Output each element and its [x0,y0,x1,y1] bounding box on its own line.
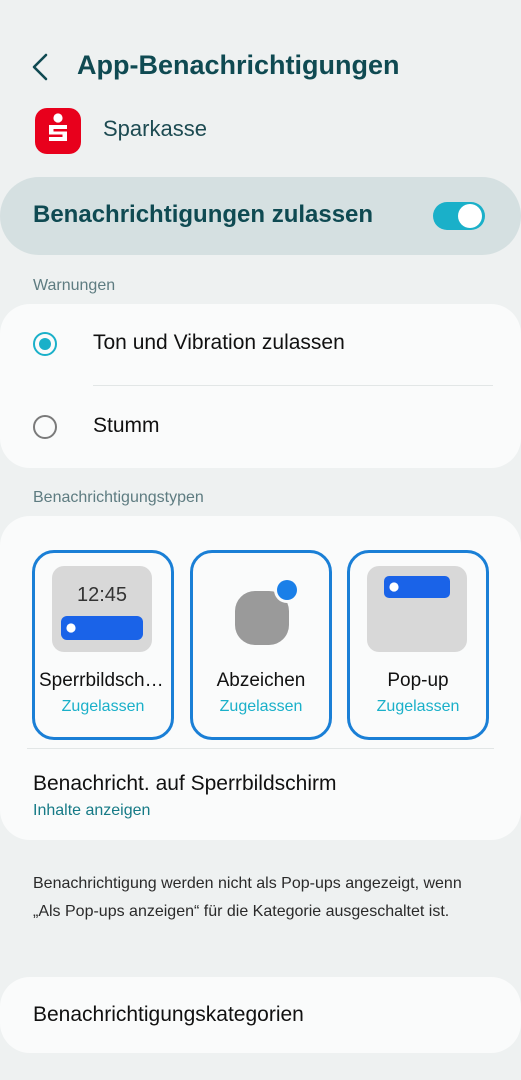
radio-button-selected[interactable] [33,332,57,356]
warnings-section-label: Warnungen [33,277,116,294]
types-section-label: Benachrichtigungstypen [33,489,204,506]
categories-label: Benachrichtigungskategorien [33,1003,304,1026]
tile-label: Abzeichen [216,670,306,691]
types-card: 12:45 Sperrbildschirm Zugelassen Abzeich… [0,516,521,840]
tile-label: Pop-up [387,670,449,691]
page-title: App-Benachrichtigungen [77,50,400,80]
tile-popup[interactable]: Pop-up Zugelassen [347,550,489,740]
allow-notifications-row[interactable]: Benachrichtigungen zulassen [0,177,521,255]
tile-status: Zugelassen [376,698,460,715]
back-button[interactable] [26,48,60,86]
lockscreen-notifications-setting[interactable]: Benachricht. auf Sperrbildschirm Inhalte… [0,752,521,836]
radio-label: Stumm [93,414,160,437]
popup-preview-icon [367,566,467,652]
warnings-card: Ton und Vibration zulassen Stumm [0,304,521,468]
setting-value: Inhalte anzeigen [33,802,151,819]
radio-button[interactable] [33,415,57,439]
lockscreen-preview-icon: 12:45 [52,566,152,652]
notification-categories-row[interactable]: Benachrichtigungskategorien [0,977,521,1053]
setting-title: Benachricht. auf Sperrbildschirm [33,772,337,795]
chevron-left-icon [32,53,48,81]
radio-label: Ton und Vibration zulassen [93,331,345,354]
allow-notifications-label: Benachrichtigungen zulassen [33,201,374,228]
header: App-Benachrichtigungen [0,40,521,94]
radio-option-sound-vibration[interactable]: Ton und Vibration zulassen [0,304,521,384]
tile-status: Zugelassen [61,698,145,715]
tile-lockscreen[interactable]: 12:45 Sperrbildschirm Zugelassen [32,550,174,740]
info-text: Benachrichtigung werden nicht als Pop-up… [33,875,462,920]
app-badge-icon [235,577,300,645]
allow-notifications-toggle[interactable] [433,202,485,230]
sparkasse-logo-icon [35,108,81,154]
app-info-row: Sparkasse [0,104,521,160]
tile-label: Sperrbildschirm [39,670,167,691]
app-name: Sparkasse [103,116,207,141]
toggle-knob [458,204,482,228]
divider [27,748,494,749]
tile-status: Zugelassen [219,698,303,715]
tile-badge[interactable]: Abzeichen Zugelassen [190,550,332,740]
divider [93,385,493,386]
lockscreen-preview-time: 12:45 [77,584,127,606]
radio-option-mute[interactable]: Stumm [0,387,521,467]
